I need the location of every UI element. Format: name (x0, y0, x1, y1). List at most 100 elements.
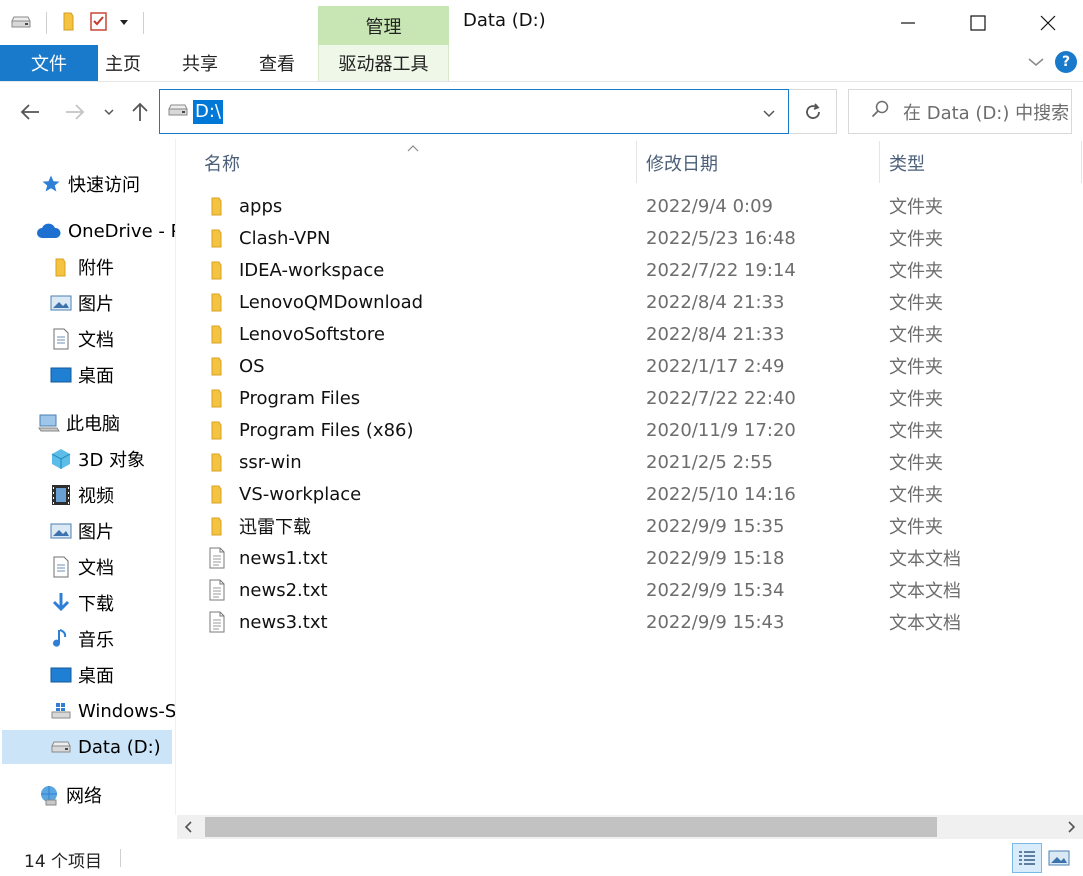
scroll-right-button[interactable] (1059, 815, 1083, 839)
column-divider[interactable] (879, 141, 880, 183)
star-icon (40, 173, 62, 195)
scroll-left-button[interactable] (177, 815, 201, 839)
file-row[interactable]: Clash-VPN 2022/5/23 16:48 文件夹 (204, 222, 1074, 254)
nav-item-onedrive[interactable]: OneDrive - P (0, 214, 175, 248)
nav-item-network[interactable]: 网络 (0, 778, 175, 812)
file-row[interactable]: news3.txt 2022/9/9 15:43 文本文档 (204, 606, 1074, 638)
file-row[interactable]: VS-workplace 2022/5/10 14:16 文件夹 (204, 478, 1074, 510)
nav-item-label: 快速访问 (68, 175, 140, 196)
file-row[interactable]: LenovoQMDownload 2022/8/4 21:33 文件夹 (204, 286, 1074, 318)
column-header-type[interactable]: 类型 (889, 145, 925, 181)
up-button[interactable] (126, 99, 154, 125)
tab-manage[interactable]: 管理 (318, 6, 449, 45)
nav-item-this-pc[interactable]: 此电脑 (0, 406, 175, 440)
back-button[interactable] (16, 99, 44, 125)
maximize-button[interactable] (943, 0, 1013, 45)
address-bar[interactable]: D:\ (159, 89, 789, 134)
file-date: 2020/11/9 17:20 (646, 419, 796, 441)
recent-locations-dropdown-icon[interactable] (96, 99, 122, 125)
nav-item-attachments[interactable]: 附件 (0, 250, 175, 284)
drive-icon (50, 736, 72, 758)
file-name: ssr-win (239, 451, 302, 473)
nav-item-data-drive[interactable]: Data (D:) (2, 730, 172, 764)
tab-file[interactable]: 文件 (0, 45, 98, 81)
file-name: Program Files (x86) (239, 419, 414, 441)
file-type: 文件夹 (889, 453, 943, 474)
nav-item-label: 附件 (78, 258, 114, 279)
minimize-button[interactable] (873, 0, 943, 45)
file-row[interactable]: IDEA-workspace 2022/7/22 19:14 文件夹 (204, 254, 1074, 286)
folder-icon (207, 516, 227, 536)
large-icons-view-button[interactable] (1044, 843, 1074, 873)
address-path[interactable]: D:\ (193, 99, 223, 124)
properties-icon[interactable] (89, 10, 109, 37)
column-divider[interactable] (636, 141, 637, 183)
nav-item-documents[interactable]: 文档 (0, 550, 175, 584)
file-name-cell: apps (207, 190, 282, 222)
nav-item-videos[interactable]: 视频 (0, 478, 175, 512)
file-type: 文件夹 (889, 421, 943, 442)
file-type: 文件夹 (889, 389, 943, 410)
file-type: 文本文档 (889, 613, 961, 634)
nav-item-onedrive-documents[interactable]: 文档 (0, 322, 175, 356)
nav-item-onedrive-pictures[interactable]: 图片 (0, 286, 175, 320)
nav-item-downloads[interactable]: 下载 (0, 586, 175, 620)
file-row[interactable]: news2.txt 2022/9/9 15:34 文本文档 (204, 574, 1074, 606)
tab-home[interactable]: 主页 (105, 45, 141, 81)
column-divider[interactable] (1081, 141, 1082, 183)
navigation-bar: D:\ 在 Data (D:) 中搜索 (0, 83, 1083, 139)
system-drive-icon (50, 700, 72, 722)
file-row[interactable]: 迅雷下载 2022/9/9 15:35 文件夹 (204, 510, 1074, 542)
expand-ribbon-chevron-icon[interactable] (1027, 52, 1045, 73)
details-view-button[interactable] (1012, 843, 1042, 873)
file-date: 2022/9/9 15:35 (646, 515, 785, 537)
file-name: IDEA-workspace (239, 259, 385, 281)
file-row[interactable]: ssr-win 2021/2/5 2:55 文件夹 (204, 446, 1074, 478)
search-placeholder: 在 Data (D:) 中搜索 (903, 102, 1070, 124)
customize-toolbar-dropdown-icon[interactable] (119, 16, 129, 30)
nav-item-onedrive-desktop[interactable]: 桌面 (0, 358, 175, 392)
address-history-chevron-icon[interactable] (762, 102, 776, 123)
nav-item-music[interactable]: 音乐 (0, 622, 175, 656)
file-name-cell: IDEA-workspace (207, 254, 384, 286)
tab-share[interactable]: 共享 (182, 45, 218, 81)
file-name-cell: 迅雷下载 (207, 510, 311, 542)
file-date: 2022/8/4 21:33 (646, 291, 785, 313)
file-row[interactable]: Program Files 2022/7/22 22:40 文件夹 (204, 382, 1074, 414)
nav-item-desktop[interactable]: 桌面 (0, 658, 175, 692)
file-date: 2022/7/22 22:40 (646, 387, 796, 409)
file-date: 2022/9/9 15:34 (646, 579, 785, 601)
file-row[interactable]: OS 2022/1/17 2:49 文件夹 (204, 350, 1074, 382)
folder-icon (207, 452, 227, 472)
horizontal-scrollbar[interactable] (177, 815, 1083, 839)
column-header-name[interactable]: 名称 (204, 145, 240, 181)
file-row[interactable]: apps 2022/9/4 0:09 文件夹 (204, 190, 1074, 222)
tab-view[interactable]: 查看 (259, 45, 295, 81)
nav-item-pictures[interactable]: 图片 (0, 514, 175, 548)
nav-item-label: 下载 (78, 594, 114, 615)
file-list[interactable]: 名称 修改日期 类型 apps 2022/9/4 0:09 文件夹 Clash-VPN… (177, 139, 1083, 815)
text-file-icon (207, 547, 227, 569)
close-button[interactable] (1013, 0, 1083, 45)
scrollbar-thumb[interactable] (205, 817, 937, 837)
file-row[interactable]: news1.txt 2022/9/9 15:18 文本文档 (204, 542, 1074, 574)
file-type: 文件夹 (889, 229, 943, 250)
new-folder-icon[interactable] (61, 10, 79, 37)
nav-item-label: 图片 (78, 294, 114, 315)
nav-item-3d-objects[interactable]: 3D 对象 (0, 442, 175, 476)
file-name: Clash-VPN (239, 227, 331, 249)
search-box[interactable]: 在 Data (D:) 中搜索 (848, 89, 1072, 134)
refresh-button[interactable] (789, 89, 837, 134)
tab-drive-tools[interactable]: 驱动器工具 (318, 45, 449, 81)
computer-icon (38, 412, 60, 434)
forward-button[interactable] (61, 99, 89, 125)
navigation-pane[interactable]: 快速访问 OneDrive - P 附件 图片 文档 桌面 此电脑 3D 对象 … (0, 139, 176, 815)
nav-item-windows-ssd[interactable]: Windows-SSD (0, 694, 175, 728)
file-row[interactable]: LenovoSoftstore 2022/8/4 21:33 文件夹 (204, 318, 1074, 350)
pictures-icon (50, 520, 72, 542)
file-row[interactable]: Program Files (x86) 2020/11/9 17:20 文件夹 (204, 414, 1074, 446)
drive-icon (167, 101, 189, 122)
column-header-date[interactable]: 修改日期 (646, 145, 718, 181)
help-icon[interactable]: ? (1055, 51, 1077, 73)
nav-item-quick-access[interactable]: 快速访问 (0, 167, 175, 201)
